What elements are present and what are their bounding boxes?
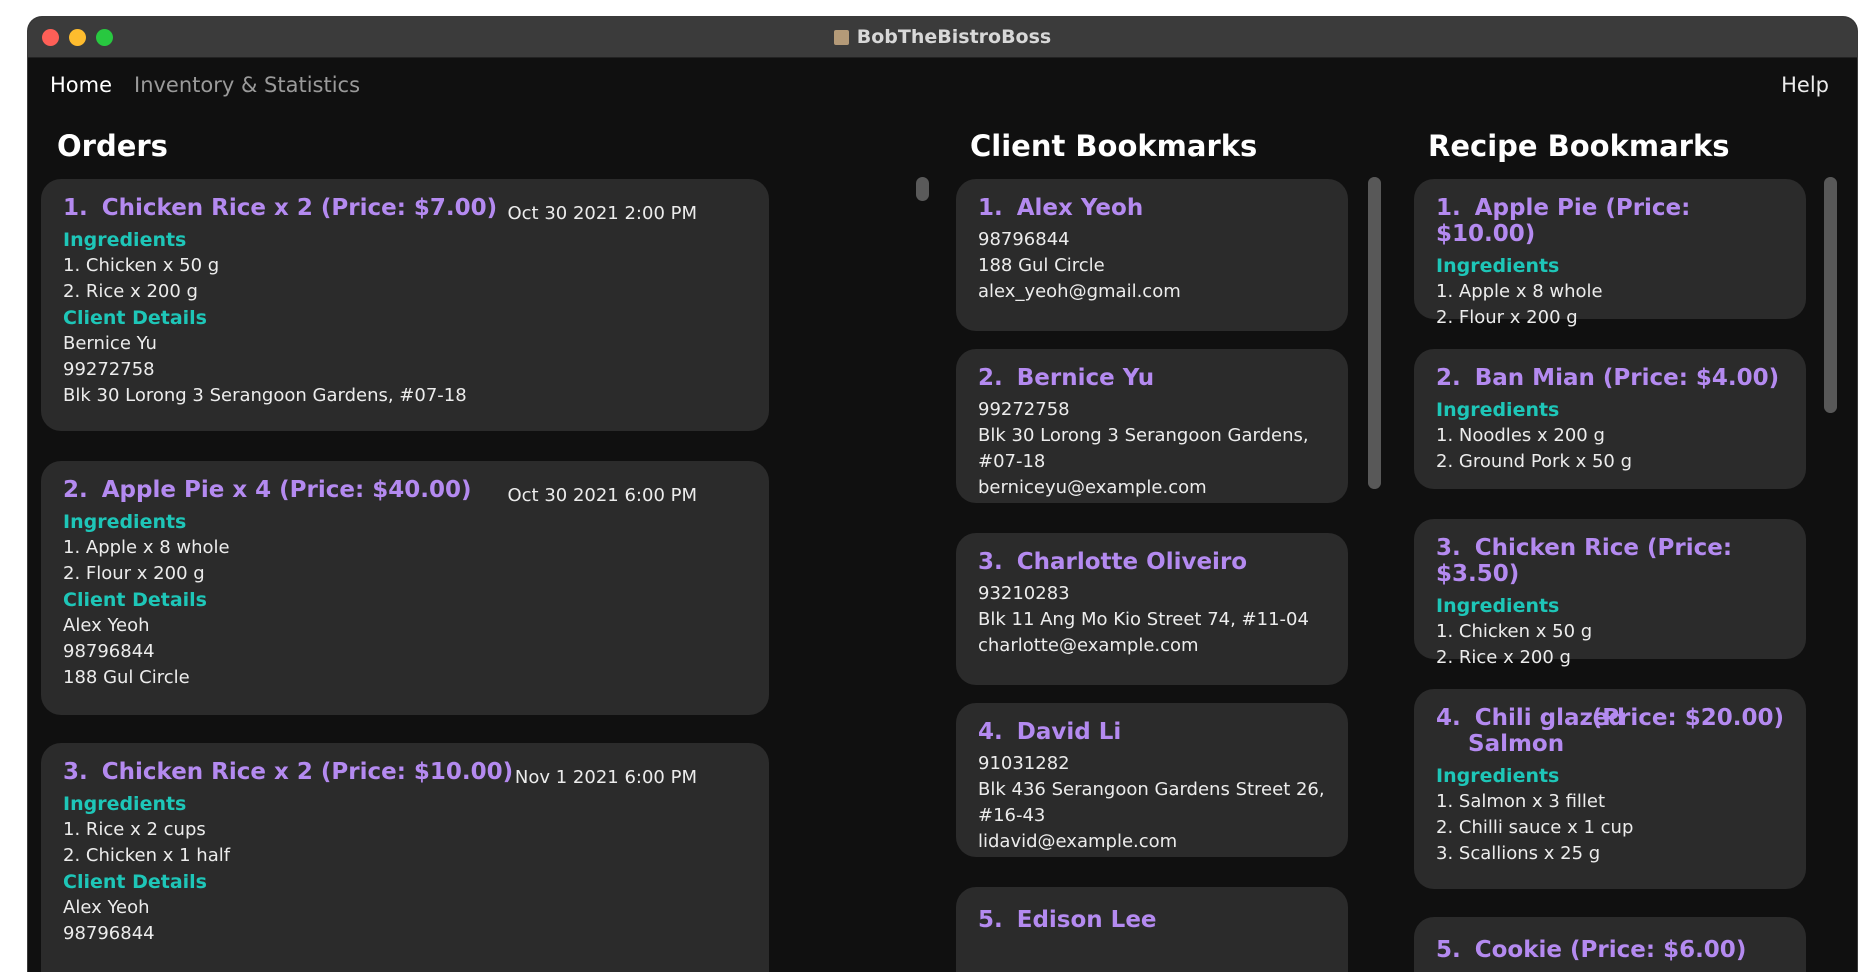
- client-name: 3. Charlotte Oliveiro: [978, 549, 1248, 575]
- ingredients-heading: Ingredients: [1436, 765, 1560, 787]
- client-name: Alex Yeoh: [63, 615, 150, 636]
- orders-list[interactable]: 1. Chicken Rice x 2 (Price: $7.00) Oct 30…: [41, 177, 781, 972]
- client-name: 2. Bernice Yu: [978, 365, 1155, 391]
- ingredient-line: 2. Flour x 200 g: [1436, 307, 1578, 328]
- client-address: Blk 436 Serangoon Gardens Street 26,: [978, 779, 1325, 800]
- client-name: Bernice Yu: [63, 333, 157, 354]
- orders-title: Orders: [57, 129, 168, 163]
- ingredient-line: 2. Chilli sauce x 1 cup: [1436, 817, 1634, 838]
- recipe-card[interactable]: 4. Chili glazed Salmon (Price: $20.00) In…: [1414, 689, 1806, 889]
- order-datetime: Oct 30 2021 6:00 PM: [507, 485, 697, 506]
- client-card[interactable]: 4. David Li 91031282 Blk 436 Serangoon Ga…: [956, 703, 1348, 857]
- client-details-heading: Client Details: [63, 307, 207, 329]
- client-card[interactable]: 3. Charlotte Oliveiro 93210283 Blk 11 Ang…: [956, 533, 1348, 685]
- recipe-title: 1. Apple Pie (Price: $10.00): [1436, 195, 1691, 247]
- order-card[interactable]: 3. Chicken Rice x 2 (Price: $10.00) Nov 1…: [41, 743, 769, 972]
- client-phone: 98796844: [63, 923, 155, 944]
- ingredients-heading: Ingredients: [63, 793, 187, 815]
- ingredients-heading: Ingredients: [1436, 399, 1560, 421]
- client-email: alex_yeoh@gmail.com: [978, 281, 1181, 302]
- window-title-text: BobTheBistroBoss: [856, 26, 1052, 48]
- client-address: 188 Gul Circle: [978, 255, 1105, 276]
- client-email: berniceyu@example.com: [978, 477, 1207, 498]
- ingredients-heading: Ingredients: [63, 511, 187, 533]
- menu-bar: Home Inventory & Statistics Help: [28, 57, 1857, 113]
- client-bookmarks-title: Client Bookmarks: [970, 129, 1258, 163]
- ingredients-heading: Ingredients: [1436, 595, 1560, 617]
- app-icon: [833, 30, 849, 45]
- recipe-bookmarks-scrollbar[interactable]: [1824, 177, 1837, 413]
- ingredient-line: 1. Salmon x 3 fillet: [1436, 791, 1606, 812]
- menu-help[interactable]: Help: [1781, 73, 1829, 97]
- client-address: #16-43: [978, 805, 1046, 826]
- ingredient-line: 2. Rice x 200 g: [63, 281, 198, 302]
- window-title: BobTheBistroBoss: [28, 17, 1857, 57]
- client-scroll-thumb[interactable]: [1368, 177, 1381, 489]
- recipe-scroll-thumb[interactable]: [1824, 177, 1837, 413]
- client-bookmarks-list[interactable]: 1. Alex Yeoh 98796844 188 Gul Circle alex…: [956, 177, 1352, 972]
- client-name: 1. Alex Yeoh: [978, 195, 1144, 221]
- title-bar: BobTheBistroBoss: [28, 17, 1857, 58]
- client-address: Blk 30 Lorong 3 Serangoon Gardens, #07-1…: [63, 385, 467, 406]
- client-address: Blk 11 Ang Mo Kio Street 74, #11-04: [978, 609, 1309, 630]
- recipe-title: 2. Ban Mian (Price: $4.00): [1436, 365, 1780, 391]
- menu-inventory-statistics[interactable]: Inventory & Statistics: [134, 73, 360, 97]
- order-datetime: Nov 1 2021 6:00 PM: [514, 767, 697, 788]
- recipe-card[interactable]: 3. Chicken Rice (Price: $3.50) Ingredient…: [1414, 519, 1806, 668]
- client-phone: 99272758: [63, 359, 155, 380]
- recipe-title: 3. Chicken Rice (Price: $3.50): [1436, 535, 1733, 587]
- client-phone: 91031282: [978, 753, 1070, 774]
- recipe-card[interactable]: 1. Apple Pie (Price: $10.00) Ingredients …: [1414, 179, 1806, 328]
- client-card[interactable]: 1. Alex Yeoh 98796844 188 Gul Circle alex…: [956, 179, 1348, 331]
- client-details-heading: Client Details: [63, 589, 207, 611]
- order-card[interactable]: 2. Apple Pie x 4 (Price: $40.00) Oct 30 2…: [41, 461, 769, 715]
- ingredient-line: 1. Noodles x 200 g: [1436, 425, 1605, 446]
- ingredient-line: 2. Flour x 200 g: [63, 563, 205, 584]
- recipe-title: 5. Cookie (Price: $6.00): [1436, 937, 1747, 963]
- client-phone: 98796844: [63, 641, 155, 662]
- client-email: charlotte@example.com: [978, 635, 1199, 656]
- ingredient-line: 2. Chicken x 1 half: [63, 845, 231, 866]
- ingredients-heading: Ingredients: [63, 229, 187, 251]
- ingredient-line: 1. Apple x 8 whole: [63, 537, 230, 558]
- client-name: Alex Yeoh: [63, 897, 150, 918]
- client-bookmarks-scrollbar[interactable]: [1368, 177, 1381, 489]
- client-phone: 98796844: [978, 229, 1070, 250]
- ingredient-line: 1. Chicken x 50 g: [63, 255, 220, 276]
- ingredient-line: 2. Rice x 200 g: [1436, 647, 1571, 668]
- client-card[interactable]: 5. Edison Lee: [956, 887, 1348, 972]
- orders-scrollbar[interactable]: [916, 177, 929, 201]
- recipe-title: 4. Chili glazed Salmon (Price: $20.00): [1436, 705, 1784, 757]
- client-details-heading: Client Details: [63, 871, 207, 893]
- recipe-bookmarks-title: Recipe Bookmarks: [1428, 129, 1730, 163]
- ingredient-line: 1. Apple x 8 whole: [1436, 281, 1603, 302]
- ingredient-line: 2. Ground Pork x 50 g: [1436, 451, 1633, 472]
- client-phone: 93210283: [978, 583, 1070, 604]
- ingredients-heading: Ingredients: [1436, 255, 1560, 277]
- order-datetime: Oct 30 2021 2:00 PM: [507, 203, 697, 224]
- client-name: 5. Edison Lee: [978, 907, 1157, 933]
- client-email: lidavid@example.com: [978, 831, 1178, 852]
- client-card[interactable]: 2. Bernice Yu 99272758 Blk 30 Lorong 3 Se…: [956, 349, 1348, 503]
- client-name: 4. David Li: [978, 719, 1122, 745]
- menu-home[interactable]: Home: [50, 73, 112, 97]
- client-address: #07-18: [978, 451, 1046, 472]
- ingredient-line: 1. Rice x 2 cups: [63, 819, 206, 840]
- ingredient-line: 3. Scallions x 25 g: [1436, 843, 1601, 864]
- client-phone: 99272758: [978, 399, 1070, 420]
- recipe-card[interactable]: 2. Ban Mian (Price: $4.00) Ingredients 1.…: [1414, 349, 1806, 489]
- app-window: BobTheBistroBoss Home Inventory & Statis…: [28, 17, 1857, 972]
- recipe-bookmarks-list[interactable]: 1. Apple Pie (Price: $10.00) Ingredients …: [1414, 177, 1814, 972]
- order-card[interactable]: 1. Chicken Rice x 2 (Price: $7.00) Oct 30…: [41, 179, 769, 431]
- client-address: Blk 30 Lorong 3 Serangoon Gardens,: [978, 425, 1309, 446]
- ingredient-line: 1. Chicken x 50 g: [1436, 621, 1593, 642]
- recipe-card[interactable]: 5. Cookie (Price: $6.00): [1414, 917, 1806, 972]
- client-address: 188 Gul Circle: [63, 667, 190, 688]
